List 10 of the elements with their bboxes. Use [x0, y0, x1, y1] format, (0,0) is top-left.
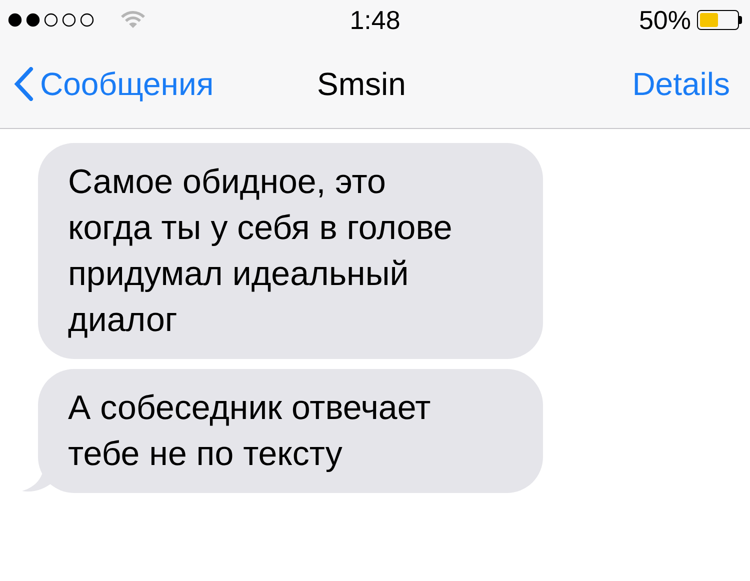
back-button[interactable]: Сообщения — [14, 60, 214, 108]
wifi-icon — [120, 10, 146, 30]
message-bubble: Самое обидное, это когда ты у себя в голове придумал идеальный диалог — [38, 143, 543, 359]
battery-icon — [696, 10, 742, 30]
details-button[interactable]: Details — [632, 60, 736, 108]
status-time: 1:48 — [350, 4, 400, 36]
chevron-left-icon — [14, 67, 34, 101]
message-bubble: А собеседник отвечает тебе не по тексту — [38, 369, 543, 493]
conversation-title: Smsin — [317, 65, 406, 104]
battery-percent: 50% — [638, 4, 691, 36]
